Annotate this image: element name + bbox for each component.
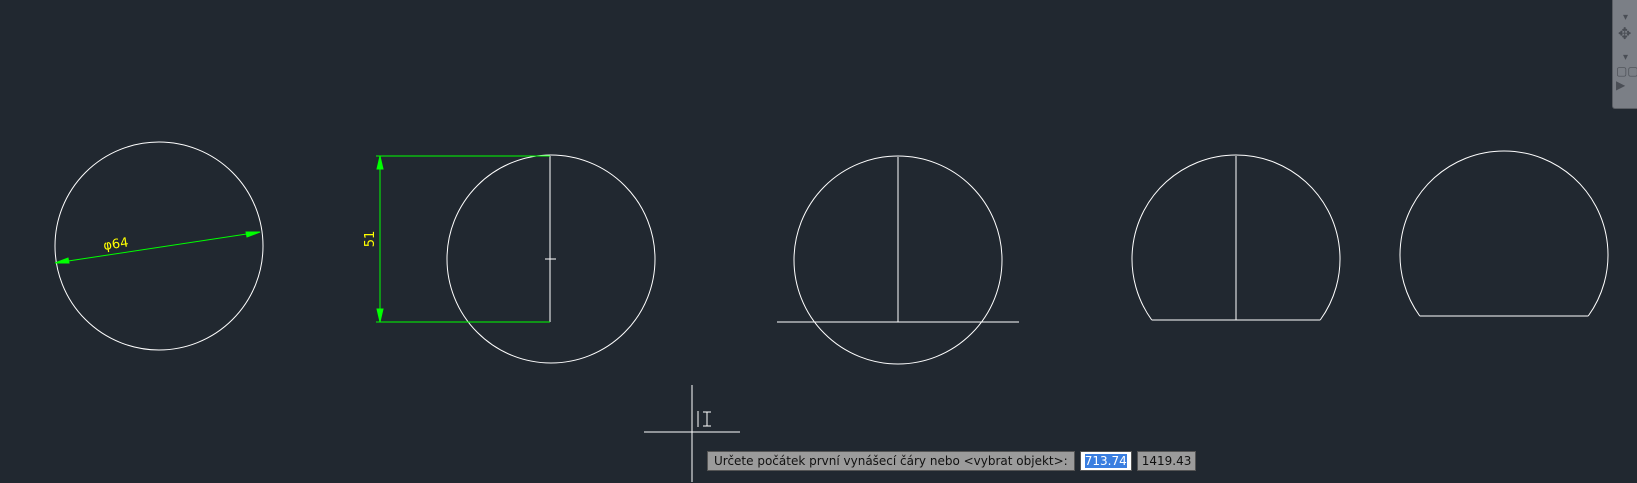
linear-dimension-text: 51 <box>363 231 378 248</box>
dim-arrow <box>245 231 261 238</box>
pan-icon[interactable]: ▾ <box>1623 12 1628 23</box>
showmotion-icon[interactable]: ▢▢ ▶ <box>1616 64 1637 92</box>
dim-arrow <box>376 155 384 170</box>
steering-wheel-icon[interactable]: ✥ <box>1618 24 1631 43</box>
command-prompt: Určete počátek první vynášecí čáry nebo … <box>707 451 1075 471</box>
drawing-canvas[interactable]: φ64 51 <box>0 0 1637 483</box>
y-coordinate-input[interactable]: 1419.43 <box>1136 451 1197 471</box>
circle-1[interactable] <box>54 141 264 351</box>
x-value: 713.74 <box>1084 454 1127 468</box>
diameter-dimension-text: φ64 <box>102 235 129 254</box>
dim-arrow <box>54 257 70 264</box>
dynamic-input-tooltip: Určete počátek první vynášecí čáry nebo … <box>707 451 1197 471</box>
trimmed-arc-5[interactable] <box>1399 150 1609 317</box>
dim-arrow <box>376 308 384 323</box>
x-coordinate-input[interactable]: 713.74 <box>1079 451 1132 471</box>
diameter-dimension-line[interactable] <box>54 231 261 264</box>
chevron-down-icon[interactable]: ▾ <box>1623 52 1628 63</box>
navigation-bar[interactable]: ▾ ✥ ▾ ▢▢ ▶ <box>1612 0 1637 109</box>
